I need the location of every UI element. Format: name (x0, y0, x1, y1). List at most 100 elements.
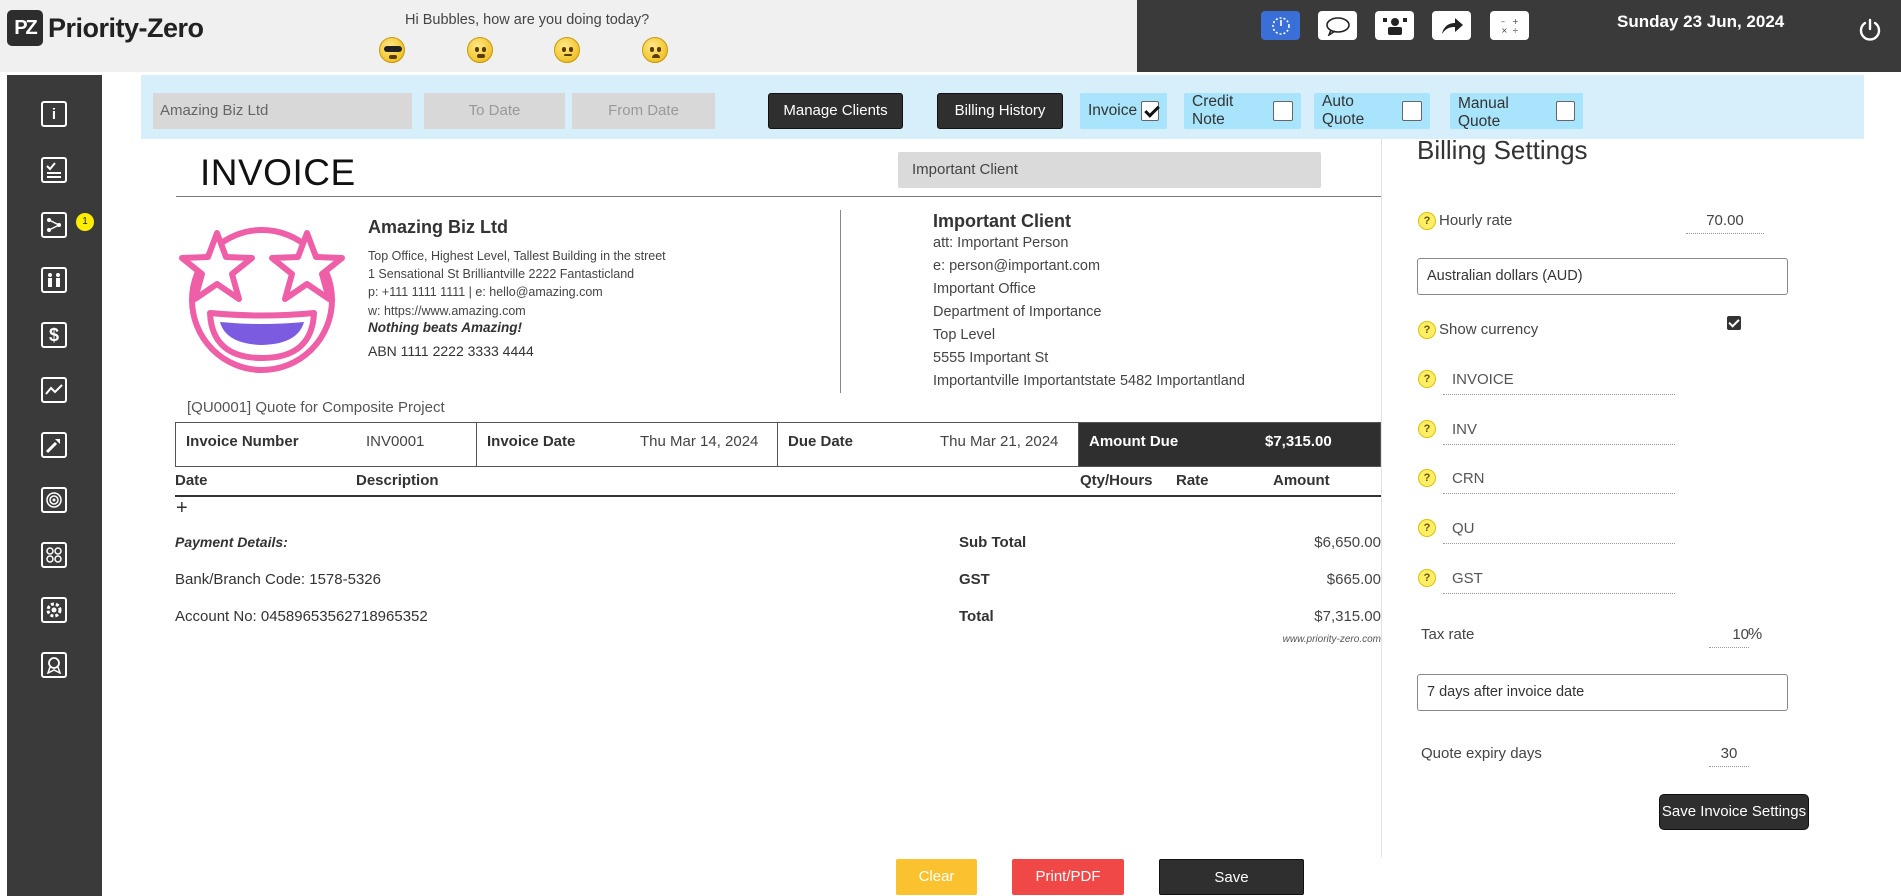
credit-note-checkbox[interactable] (1273, 101, 1293, 121)
client-select[interactable]: Important Client (898, 152, 1321, 188)
timer-icon[interactable] (1261, 11, 1300, 40)
quote-expiry-input[interactable]: 30 (1709, 745, 1749, 767)
auto-quote-checkbox[interactable] (1402, 101, 1422, 121)
business-select[interactable]: Amazing Biz Ltd (153, 93, 412, 129)
to-date-input[interactable]: To Date (424, 93, 565, 129)
amount-due-cell: Amount Due $7,315.00 (1079, 423, 1380, 466)
show-currency-label: Show currency (1439, 321, 1539, 338)
invoice-number-label: Invoice Number (186, 433, 299, 450)
client-att: att: Important Person (933, 235, 1069, 251)
add-line-item-button[interactable]: + (176, 497, 188, 520)
top-bar: PZ Priority-Zero Hi Bubbles, how are you… (0, 0, 1137, 72)
due-date[interactable]: Thu Mar 21, 2024 (940, 433, 1058, 450)
app-logo[interactable]: PZ Priority-Zero (7, 10, 204, 46)
credit-note-toggle[interactable]: Credit Note (1184, 93, 1301, 129)
help-icon[interactable]: ? (1418, 321, 1436, 339)
network-icon[interactable] (41, 542, 67, 568)
sad-face-icon[interactable] (642, 37, 668, 63)
billing-history-button[interactable]: Billing History (937, 93, 1063, 129)
business-web: w: https://www.amazing.com (368, 304, 526, 318)
happy-face-icon[interactable] (467, 37, 493, 63)
invoice-number[interactable]: INV0001 (366, 433, 424, 450)
invoice-toggle-label: Invoice (1088, 102, 1138, 119)
manual-quote-toggle[interactable]: Manual Quote (1450, 93, 1583, 130)
workflow-icon[interactable] (41, 212, 67, 238)
svg-text:×: × (1501, 26, 1508, 35)
target-icon[interactable] (41, 487, 67, 513)
footer-url: www.priority-zero.com (1282, 634, 1381, 645)
invoice-date-label: Invoice Date (487, 433, 576, 450)
business-abn: ABN 1111 2222 3333 4444 (368, 343, 534, 359)
amount-due-label: Amount Due (1089, 433, 1179, 450)
header-underline (175, 495, 1381, 497)
info-icon[interactable]: i (41, 101, 67, 127)
column-rate: Rate (1176, 472, 1209, 489)
invoice-checkbox[interactable] (1141, 101, 1159, 121)
help-icon[interactable]: ? (1418, 469, 1436, 487)
invoice-date[interactable]: Thu Mar 14, 2024 (640, 433, 758, 450)
checklist-icon[interactable] (41, 157, 67, 183)
help-icon[interactable]: ? (1418, 370, 1436, 388)
help-icon[interactable]: ? (1418, 420, 1436, 438)
business-address-2: 1 Sensational St Brilliantville 2222 Fan… (368, 267, 635, 281)
team-icon[interactable] (41, 267, 67, 293)
business-tagline: Nothing beats Amazing! (368, 320, 522, 335)
tools-icon[interactable] (41, 432, 67, 458)
tax-name-input[interactable]: GST (1443, 570, 1675, 594)
credit-prefix-input[interactable]: CRN (1443, 470, 1675, 494)
settings-divider (1381, 139, 1382, 857)
award-icon[interactable] (41, 652, 67, 678)
client-city: Importantville Importantstate 5482 Impor… (933, 373, 1245, 389)
billing-settings-title: Billing Settings (1417, 135, 1588, 165)
print-pdf-button[interactable]: Print/PDF (1012, 859, 1124, 895)
clear-button[interactable]: Clear (896, 859, 977, 895)
payment-terms-select[interactable]: 7 days after invoice date (1417, 674, 1788, 711)
subtotal-label: Sub Total (959, 534, 1027, 551)
share-arrow-icon[interactable] (1432, 11, 1471, 40)
tax-rate-input[interactable]: 10 (1709, 626, 1749, 648)
chat-bubble-icon[interactable] (1318, 11, 1357, 40)
due-date-cell: Due Date Thu Mar 21, 2024 (778, 423, 1079, 466)
dollar-icon[interactable]: $ (41, 322, 67, 348)
manage-clients-button[interactable]: Manage Clients (768, 93, 903, 129)
settings-gear-icon[interactable] (41, 597, 67, 623)
svg-text:+: + (1512, 17, 1519, 26)
svg-text:–: – (1501, 17, 1505, 26)
client-street: 5555 Important St (933, 350, 1049, 366)
hourly-rate-input[interactable]: 70.00 (1686, 212, 1764, 234)
column-description: Description (356, 472, 439, 489)
power-icon[interactable] (1858, 18, 1882, 42)
show-currency-checkbox[interactable] (1727, 316, 1741, 330)
quote-reference: [QU0001] Quote for Composite Project (187, 399, 445, 416)
invoice-title-input[interactable]: INVOICE (1443, 371, 1675, 395)
cool-face-icon[interactable] (379, 37, 405, 63)
subtotal-value: $6,650.00 (1314, 534, 1381, 551)
invoice-prefix-input[interactable]: INV (1443, 421, 1675, 445)
client-level: Top Level (933, 327, 996, 343)
auto-quote-toggle[interactable]: Auto Quote (1314, 93, 1430, 129)
currency-select[interactable]: Australian dollars (AUD) (1417, 258, 1788, 295)
save-button[interactable]: Save (1159, 859, 1304, 895)
notification-badge: 1 (76, 213, 94, 231)
presenter-icon[interactable] (1375, 11, 1414, 40)
manual-quote-checkbox[interactable] (1555, 101, 1575, 121)
invoice-toggle[interactable]: Invoice (1080, 93, 1167, 129)
help-icon[interactable]: ? (1418, 569, 1436, 587)
credit-note-label: Credit Note (1192, 93, 1234, 128)
from-date-input[interactable]: From Date (572, 93, 715, 129)
quote-prefix-input[interactable]: QU (1443, 520, 1675, 544)
neutral-face-icon[interactable] (554, 37, 580, 63)
invoice-number-cell: Invoice Number INV0001 (176, 423, 477, 466)
business-name: Amazing Biz Ltd (368, 217, 508, 237)
tax-rate-label: Tax rate (1421, 626, 1475, 643)
help-icon[interactable]: ? (1418, 212, 1436, 230)
gst-value: $665.00 (1326, 571, 1381, 588)
calculator-icon[interactable]: – + × ÷ (1490, 11, 1529, 40)
address-divider (840, 210, 841, 393)
trend-chart-icon[interactable] (41, 377, 67, 403)
total-value: $7,315.00 (1314, 608, 1381, 625)
help-icon[interactable]: ? (1418, 519, 1436, 537)
save-invoice-settings-button[interactable]: Save Invoice Settings (1659, 794, 1809, 830)
client-department: Department of Importance (933, 304, 1102, 320)
quote-expiry-label: Quote expiry days (1421, 745, 1542, 762)
